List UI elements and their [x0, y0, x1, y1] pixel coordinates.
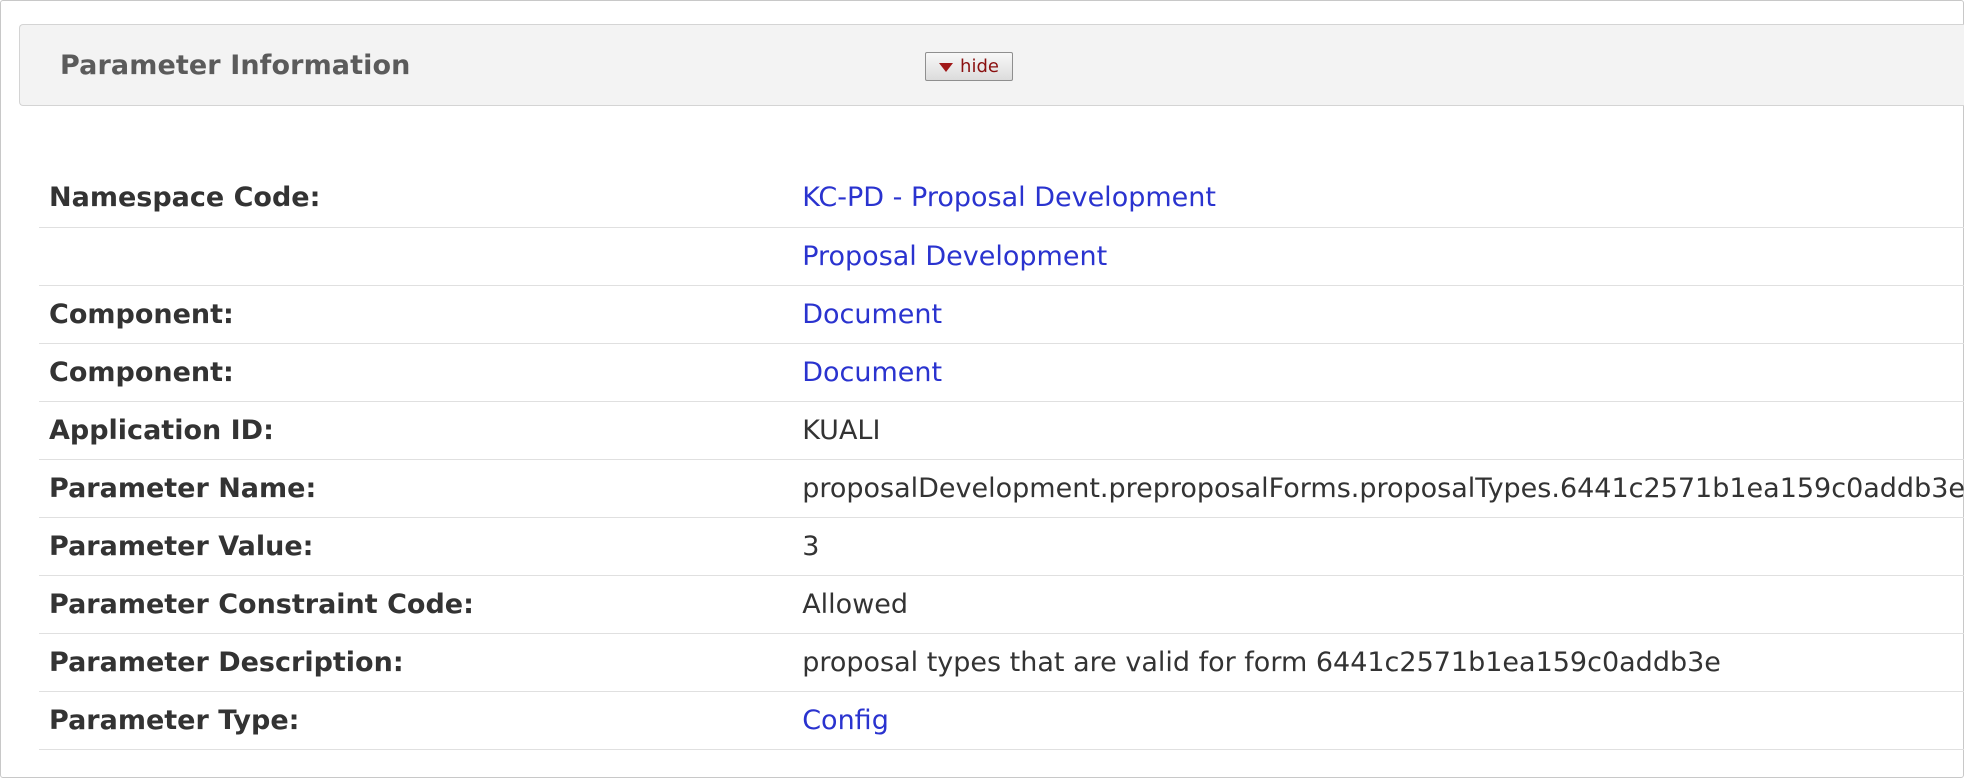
table-row: Parameter Description: proposal types th… — [39, 633, 1964, 691]
parameter-type-link[interactable]: Config — [802, 705, 889, 736]
table-row: Application ID: KUALI — [39, 401, 1964, 459]
table-row: Namespace Code: KC-PD - Proposal Develop… — [39, 169, 1964, 227]
row-label-empty — [39, 227, 802, 285]
row-label-parameter-name: Parameter Name: — [49, 472, 317, 504]
hide-button-label: hide — [960, 55, 999, 77]
table-row: Component: Document — [39, 285, 1964, 343]
row-label-parameter-constraint-code: Parameter Constraint Code: — [49, 588, 474, 620]
component-link[interactable]: Document — [802, 357, 942, 388]
table-row: Parameter Name: proposalDevelopment.prep… — [39, 459, 1964, 517]
parameter-name-value: proposalDevelopment.preproposalForms.pro… — [802, 472, 1964, 504]
row-label-application-id: Application ID: — [49, 414, 274, 446]
component-link[interactable]: Document — [802, 299, 942, 330]
parameter-description-value: proposal types that are valid for form 6… — [802, 646, 1721, 678]
parameter-value-value: 3 — [802, 530, 820, 562]
table-row: Parameter Value: 3 — [39, 517, 1964, 575]
table-row: Proposal Development — [39, 227, 1964, 285]
parameter-information-frame: Parameter Information hide Namespace Cod… — [0, 0, 1964, 778]
row-label-parameter-type: Parameter Type: — [49, 704, 300, 736]
row-label-namespace-code: Namespace Code: — [49, 182, 321, 214]
panel-title: Parameter Information — [60, 50, 411, 81]
hide-button[interactable]: hide — [925, 52, 1013, 81]
row-label-parameter-description: Parameter Description: — [49, 646, 404, 678]
row-label-parameter-value: Parameter Value: — [49, 530, 314, 562]
table-row: Parameter Constraint Code: Allowed — [39, 575, 1964, 633]
namespace-name-link[interactable]: Proposal Development — [802, 241, 1107, 272]
parameter-details-table: Namespace Code: KC-PD - Proposal Develop… — [39, 169, 1964, 750]
namespace-code-link[interactable]: KC-PD - Proposal Development — [802, 182, 1216, 213]
panel-header: Parameter Information hide — [19, 24, 1964, 106]
row-label-component: Component: — [49, 356, 234, 388]
parameter-constraint-code-value: Allowed — [802, 588, 909, 620]
table-row: Component: Document — [39, 343, 1964, 401]
row-label-component: Component: — [49, 298, 234, 330]
table-row: Parameter Type: Config — [39, 691, 1964, 749]
triangle-down-icon — [939, 63, 954, 72]
application-id-value: KUALI — [802, 414, 881, 446]
